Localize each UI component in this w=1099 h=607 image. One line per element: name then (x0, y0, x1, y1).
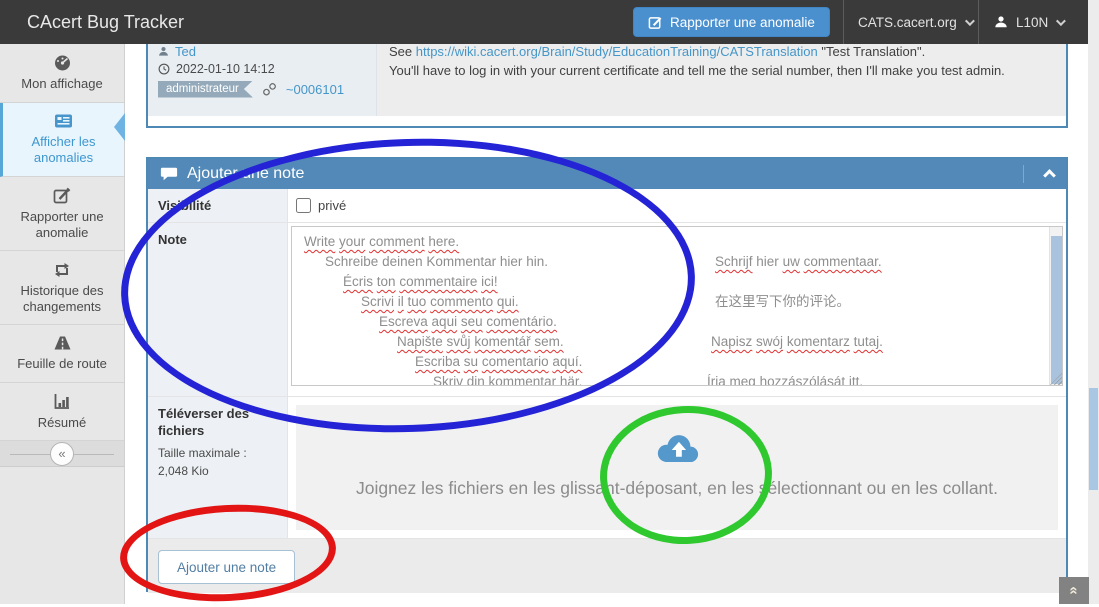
scroll-to-top-button[interactable]: « (1059, 577, 1089, 604)
chevron-up-icon (1043, 169, 1056, 182)
cloud-upload-icon (654, 433, 700, 466)
note-textarea-content: Write your comment here.Schreibe deinen … (292, 227, 1062, 386)
bar-chart-icon (53, 393, 71, 410)
report-issue-button[interactable]: Rapporter une anomalie (633, 7, 830, 37)
page-scrollbar-thumb[interactable] (1089, 388, 1098, 490)
textarea-scrollbar-thumb[interactable] (1051, 236, 1062, 384)
add-note-title: Ajouter une note (187, 165, 304, 183)
add-note-submit-button[interactable]: Ajouter une note (158, 550, 295, 584)
dashboard-icon (53, 54, 72, 71)
chevron-down-icon (965, 16, 975, 26)
note-text-line1: See https://wiki.cacert.org/Brain/Study/… (389, 44, 1054, 61)
note-author-link[interactable]: Ted (175, 44, 196, 59)
report-issue-label: Rapporter une anomalie (670, 15, 815, 30)
textarea-scrollbar[interactable] (1049, 227, 1062, 386)
sidebar-collapse-toggle[interactable]: « (0, 441, 124, 467)
add-note-panel: Ajouter une note Visibilité privé Note W… (146, 157, 1068, 592)
road-icon (53, 335, 72, 351)
dropzone-text: Joignez les fichiers en les glissant-dép… (317, 474, 1037, 502)
comment-icon (160, 166, 178, 182)
note-text-line2: You'll have to log in with your current … (389, 61, 1054, 80)
active-item-notch (114, 113, 125, 141)
note-textarea[interactable]: Write your comment here.Schreibe deinen … (291, 226, 1063, 386)
sidebar-item-label: Mon affichage (21, 76, 102, 92)
navbar-divider (843, 0, 844, 44)
note-id-link[interactable]: ~0006101 (286, 82, 344, 97)
edit-icon (648, 15, 663, 30)
chevron-down-icon (1056, 16, 1066, 26)
user-dropdown[interactable]: L10N (994, 0, 1063, 44)
form-footer: Ajouter une note (148, 539, 1066, 593)
list-icon (54, 113, 73, 129)
scroll-top-icon: « (1066, 586, 1083, 594)
user-icon (158, 46, 169, 57)
navbar-divider (978, 0, 979, 44)
collapse-icon: « (50, 442, 74, 466)
note-body: See https://wiki.cacert.org/Brain/Study/… (377, 44, 1066, 116)
project-dropdown[interactable]: CATS.cacert.org (858, 0, 972, 44)
sidebar-item-label: Historique des changements (4, 283, 120, 315)
note-timestamp: 2022-01-10 14:12 (176, 62, 275, 76)
role-badge: administrateur (158, 81, 253, 98)
sidebar-item-summary[interactable]: Résumé (0, 383, 124, 441)
sidebar-item-my-view[interactable]: Mon affichage (0, 44, 124, 103)
sidebar-item-label: Rapporter une anomalie (4, 209, 120, 241)
sidebar-item-view-issues[interactable]: Afficher les anomalies (0, 103, 124, 177)
sidebar-item-roadmap[interactable]: Feuille de route (0, 325, 124, 383)
upload-max-size-label: Taille maximale : (158, 445, 277, 462)
sidebar-item-change-history[interactable]: Historique des changements (0, 251, 124, 325)
sidebar-item-label: Feuille de route (17, 356, 107, 372)
private-checkbox[interactable] (296, 198, 311, 213)
private-checkbox-label[interactable]: privé (318, 198, 346, 213)
visibility-label: Visibilité (148, 189, 288, 222)
note-view-panel: Ted 2022-01-10 14:12 administrateur ~000… (146, 44, 1068, 128)
link-icon (263, 83, 276, 96)
user-dropdown-label: L10N (1016, 15, 1048, 30)
clock-icon (158, 63, 170, 75)
user-icon (994, 15, 1008, 29)
sidebar: Mon affichage Afficher les anomalies Rap… (0, 44, 125, 604)
edit-icon (53, 187, 71, 204)
history-cycle-icon (53, 261, 71, 278)
note-field-label: Note (148, 223, 288, 396)
sidebar-item-label: Résumé (38, 415, 86, 431)
upload-files-label: Téléverser des fichiers (158, 405, 277, 439)
note-meta-column: Ted 2022-01-10 14:12 administrateur ~000… (148, 44, 377, 116)
upload-max-size-value: 2,048 Kio (158, 463, 277, 480)
page-scrollbar[interactable] (1088, 0, 1099, 604)
top-navbar: CAcert Bug Tracker Rapporter une anomali… (0, 0, 1088, 44)
file-dropzone[interactable]: Joignez les fichiers en les glissant-dép… (296, 405, 1058, 530)
divider (1023, 165, 1024, 183)
collapse-panel-button[interactable] (1045, 168, 1054, 183)
sidebar-item-label: Afficher les anomalies (7, 134, 120, 166)
app-title: CAcert Bug Tracker (27, 0, 184, 44)
add-note-header: Ajouter une note (148, 159, 1066, 189)
wiki-link[interactable]: https://wiki.cacert.org/Brain/Study/Educ… (416, 44, 818, 59)
sidebar-item-report-issue[interactable]: Rapporter une anomalie (0, 177, 124, 251)
project-dropdown-label: CATS.cacert.org (858, 15, 957, 30)
